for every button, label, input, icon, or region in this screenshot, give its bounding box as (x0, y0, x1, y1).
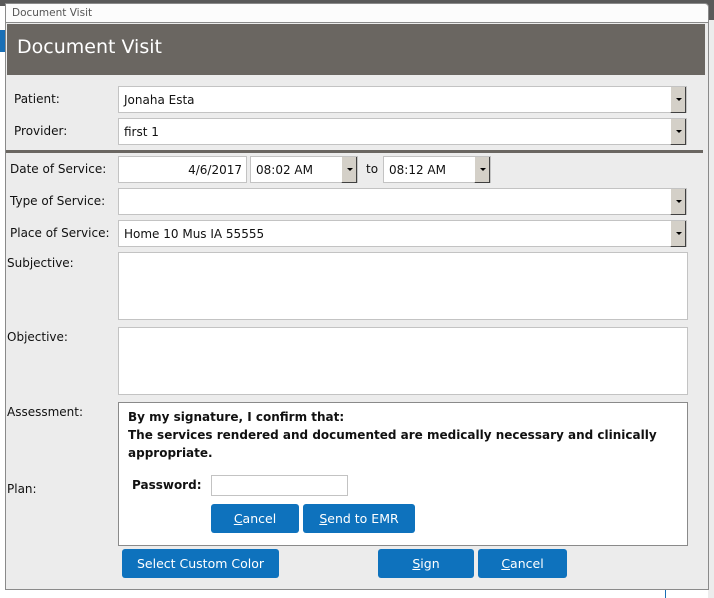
provider-label: Provider: (14, 124, 68, 138)
provider-value: first 1 (124, 125, 159, 139)
form-title: Document Visit (17, 36, 162, 58)
cancel-access-key: C (501, 556, 511, 571)
date-input[interactable]: 4/6/2017 (118, 156, 247, 183)
provider-dropdown-arrow-icon[interactable] (670, 119, 686, 145)
to-label: to (366, 162, 379, 176)
subjective-label: Subjective: (7, 256, 74, 270)
signature-confirmation-panel: By my signature, I confirm that: The ser… (118, 402, 688, 546)
cancel-button[interactable]: Cancel (478, 549, 567, 578)
send-to-emr-button[interactable]: Send to EMR (303, 504, 415, 533)
window-titlebar[interactable]: Document Visit (6, 4, 708, 23)
date-of-service-label: Date of Service: (10, 162, 107, 176)
window-title: Document Visit (12, 7, 93, 19)
start-time-combobox[interactable]: 08:02 AM (250, 156, 358, 183)
patient-label: Patient: (14, 92, 60, 106)
patient-dropdown-arrow-icon[interactable] (670, 87, 686, 113)
sign-button[interactable]: Sign (378, 549, 474, 578)
signature-confirm-line2: The services rendered and documented are… (128, 428, 657, 442)
provider-combobox[interactable]: first 1 (118, 118, 687, 145)
password-label: Password: (132, 478, 202, 492)
assessment-label: Assessment: (7, 405, 84, 419)
type-of-service-label: Type of Service: (10, 194, 106, 208)
place-of-service-label: Place of Service: (10, 226, 110, 240)
panel-cancel-access-key: C (233, 511, 243, 526)
type-of-service-dropdown-arrow-icon[interactable] (670, 189, 686, 215)
patient-value: Jonaha Esta (124, 93, 195, 107)
end-time-dropdown-arrow-icon[interactable] (474, 157, 490, 183)
panel-cancel-label: ancel (242, 511, 277, 526)
select-custom-color-button[interactable]: Select Custom Color (122, 549, 279, 578)
cancel-label: ancel (510, 556, 544, 571)
section-divider (6, 150, 703, 153)
end-time-value: 08:12 AM (389, 163, 446, 177)
plan-label: Plan: (7, 482, 37, 496)
type-of-service-combobox[interactable] (118, 188, 687, 215)
place-of-service-value: Home 10 Mus IA 55555 (124, 227, 265, 241)
subjective-textarea[interactable] (118, 252, 688, 320)
patient-combobox[interactable]: Jonaha Esta (118, 86, 687, 113)
start-time-value: 08:02 AM (256, 163, 313, 177)
end-time-combobox[interactable]: 08:12 AM (383, 156, 491, 183)
document-visit-window: Document Visit Document Visit Patient: J… (5, 3, 709, 590)
start-time-dropdown-arrow-icon[interactable] (341, 157, 357, 183)
signature-confirm-line1: By my signature, I confirm that: (128, 410, 345, 424)
sign-label: ign (420, 556, 440, 571)
form-header: Document Visit (7, 24, 705, 75)
signature-confirm-line3: appropriate. (128, 446, 213, 460)
password-input[interactable] (211, 475, 348, 496)
place-of-service-dropdown-arrow-icon[interactable] (670, 221, 686, 247)
send-to-emr-label: end to EMR (327, 511, 399, 526)
date-value: 4/6/2017 (188, 163, 242, 177)
objective-label: Objective: (7, 330, 68, 344)
objective-textarea[interactable] (118, 327, 688, 395)
place-of-service-combobox[interactable]: Home 10 Mus IA 55555 (118, 220, 687, 247)
panel-cancel-button[interactable]: Cancel (211, 504, 299, 533)
